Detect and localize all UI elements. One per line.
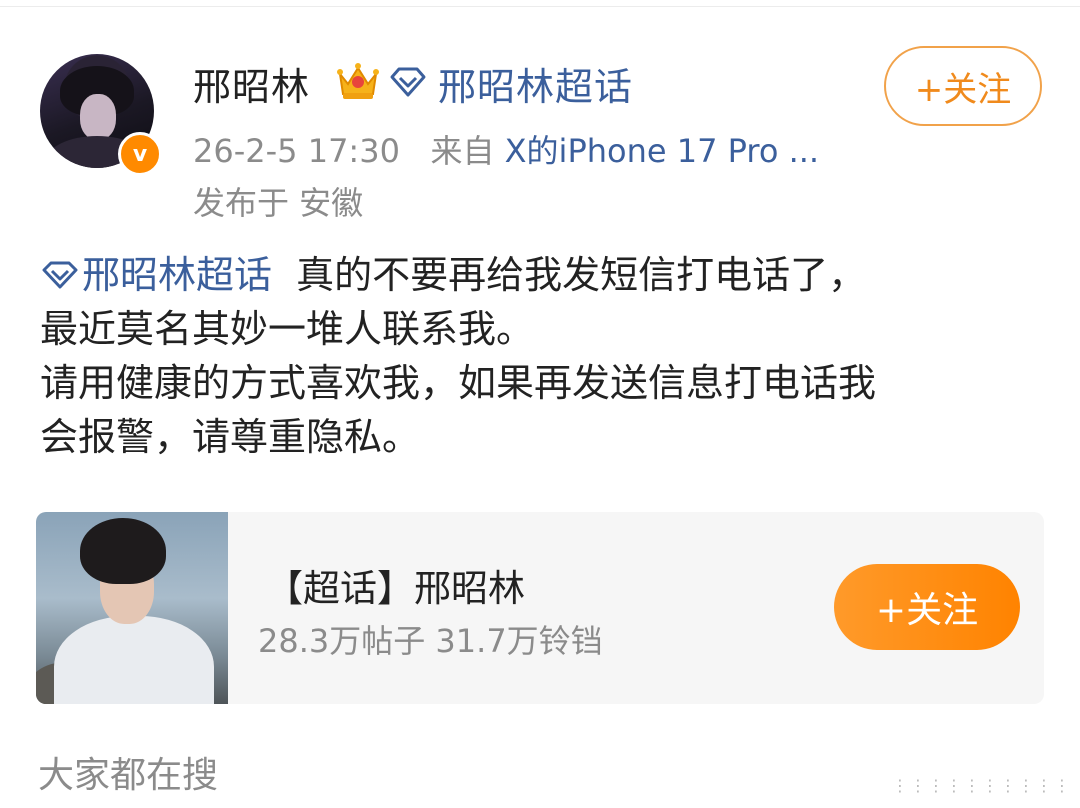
supertopic-diamond-icon xyxy=(42,261,78,289)
username[interactable]: 邢昭林 xyxy=(193,56,310,111)
supertopic-tag[interactable]: 邢昭林超话 xyxy=(40,253,272,297)
post-line-2: 最近莫名其妙一堆人联系我。 xyxy=(40,307,535,351)
watermark: ⋮⋮⋮⋮⋮⋮⋮⋮⋮⋮⋮⋮⋮ xyxy=(892,776,1068,795)
post-line-1: 真的不要再给我发短信打电话了， xyxy=(272,253,867,297)
post-location: 发布于 安徽 xyxy=(193,184,364,222)
source-device-link[interactable]: X的iPhone 17 Pro ... xyxy=(505,132,819,170)
follow-button[interactable]: +关注 xyxy=(884,46,1042,126)
top-divider xyxy=(0,0,1080,7)
post-meta: 26-2-5 17:30 来自 X的iPhone 17 Pro ... xyxy=(193,126,819,172)
supertopic-cover-image xyxy=(36,512,228,704)
post-line-4: 会报警，请尊重隐私。 xyxy=(40,415,421,459)
everyone-search-heading: 大家都在搜 xyxy=(38,755,219,796)
supertopic-diamond-icon xyxy=(390,67,426,97)
post-text: 邢昭林超话 真的不要再给我发短信打电话了， 最近莫名其妙一堆人联系我。 请用健康… xyxy=(40,248,1050,464)
card-title: 【超话】邢昭林 xyxy=(266,567,525,610)
supertopic-card[interactable]: 【超话】邢昭林 28.3万帖子 31.7万铃铛 +关注 xyxy=(36,512,1044,704)
post-line-3: 请用健康的方式喜欢我，如果再发送信息打电话我 xyxy=(40,361,877,405)
supertopic-link[interactable]: 邢昭林超话 xyxy=(438,56,633,111)
verified-v-icon: v xyxy=(118,132,162,176)
card-follow-button[interactable]: +关注 xyxy=(834,564,1020,650)
card-stats: 28.3万帖子 31.7万铃铛 xyxy=(258,622,603,660)
timestamp: 26-2-5 17:30 xyxy=(193,132,400,170)
from-label: 来自 xyxy=(430,132,495,170)
supertopic-tag-label: 邢昭林超话 xyxy=(82,253,273,297)
crown-icon xyxy=(337,63,379,99)
